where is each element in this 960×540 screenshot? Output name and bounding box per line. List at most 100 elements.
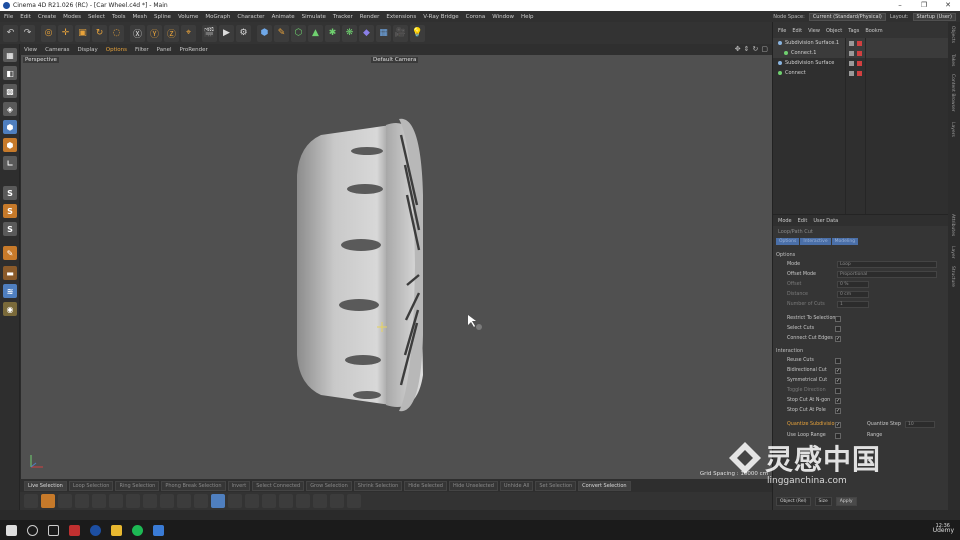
tool-slot-icon[interactable]: [245, 494, 259, 508]
render-view-icon[interactable]: 🎬: [202, 24, 217, 42]
vp-menu-panel[interactable]: Panel: [157, 47, 172, 53]
tool-slot-icon[interactable]: [177, 494, 191, 508]
object-name[interactable]: Subdivision Surface: [785, 60, 834, 66]
number-of-cuts-field[interactable]: 1: [837, 301, 869, 308]
recent-tools-icon[interactable]: ◌: [109, 24, 124, 42]
hide-selected-button[interactable]: Hide Selected: [404, 480, 447, 491]
menu-mograph[interactable]: MoGraph: [205, 14, 230, 20]
connect-cut-edges-checkbox[interactable]: ✓: [835, 336, 841, 342]
vp-menu-filter[interactable]: Filter: [135, 47, 149, 53]
tab-layer[interactable]: Layer: [950, 246, 955, 259]
field-icon[interactable]: ◆: [359, 24, 374, 42]
file-explorer-icon[interactable]: [111, 524, 122, 536]
om-menu-object[interactable]: Object: [826, 28, 842, 34]
reuse-cuts-checkbox[interactable]: [835, 358, 841, 364]
am-menu-mode[interactable]: Mode: [778, 218, 792, 224]
tool-slot-icon[interactable]: [24, 494, 38, 508]
tab-objects[interactable]: Objects: [950, 26, 955, 43]
move-icon[interactable]: ✛: [58, 24, 73, 42]
tool-slot-icon[interactable]: [296, 494, 310, 508]
tool-slot-icon[interactable]: [313, 494, 327, 508]
3d-viewport[interactable]: Perspective Default Camera Grid Spacing …: [21, 55, 772, 479]
menu-mesh[interactable]: Mesh: [133, 14, 147, 20]
om-menu-bookmarks[interactable]: Bookm: [865, 28, 882, 34]
am-menu-user-data[interactable]: User Data: [813, 218, 838, 224]
tool-slot-icon[interactable]: [160, 494, 174, 508]
loop-cut-tool-icon[interactable]: [211, 494, 225, 508]
brush-icon[interactable]: [41, 494, 55, 508]
object-name[interactable]: Subdivision Surface.1: [785, 40, 839, 46]
make-editable-icon[interactable]: ▦: [3, 48, 17, 62]
mode-select[interactable]: Loop: [837, 261, 937, 268]
tab-structure[interactable]: Structure: [950, 266, 955, 287]
car-wheel-model[interactable]: [21, 55, 772, 479]
size-mode-select[interactable]: Size: [814, 497, 832, 506]
shrink-selection-button[interactable]: Shrink Selection: [353, 480, 403, 491]
orbit-icon[interactable]: ↻: [753, 45, 759, 53]
tab-takes[interactable]: Takes: [950, 54, 955, 66]
visibility-toggle-icon[interactable]: [849, 40, 854, 46]
magnet-icon[interactable]: ◉: [3, 302, 17, 316]
zoom-icon[interactable]: ⇕: [744, 45, 750, 53]
cloner-icon[interactable]: ✱: [325, 24, 340, 42]
pen-icon[interactable]: ✎: [274, 24, 289, 42]
tool-slot-icon[interactable]: [228, 494, 242, 508]
tab-options[interactable]: Options: [776, 238, 800, 245]
bidirectional-cut-checkbox[interactable]: ✓: [835, 368, 841, 374]
hide-unselected-button[interactable]: Hide Unselected: [448, 480, 498, 491]
column-divider[interactable]: [865, 38, 866, 228]
object-row[interactable]: Connect: [773, 68, 949, 78]
tool-slot-icon[interactable]: [262, 494, 276, 508]
tool-slot-icon[interactable]: [92, 494, 106, 508]
ring-selection-button[interactable]: Ring Selection: [115, 480, 160, 491]
app-blue-icon[interactable]: [153, 524, 164, 536]
polygons-mode-icon[interactable]: ∟: [3, 156, 17, 170]
camera-icon[interactable]: 🎥: [393, 24, 408, 42]
menu-select[interactable]: Select: [88, 14, 105, 20]
quantize-subdivision-checkbox[interactable]: ✓: [835, 422, 841, 428]
loop-selection-button[interactable]: Loop Selection: [68, 480, 114, 491]
maximize-button[interactable]: ❐: [912, 0, 936, 11]
grid-icon[interactable]: ≋: [3, 284, 17, 298]
visibility-toggle-icon[interactable]: [849, 60, 854, 66]
y-axis-icon[interactable]: Ⓨ: [147, 24, 162, 42]
convert-selection-button[interactable]: Convert Selection: [578, 480, 631, 491]
am-menu-edit[interactable]: Edit: [798, 218, 808, 224]
stop-cut-at-pole-checkbox[interactable]: ✓: [835, 408, 841, 414]
offset-field[interactable]: 0 %: [837, 281, 869, 288]
layout-select[interactable]: Startup (User): [912, 12, 956, 21]
subdivision-icon[interactable]: ⬡: [291, 24, 306, 42]
vp-menu-options[interactable]: Options: [106, 47, 127, 53]
spotify-icon[interactable]: [132, 524, 143, 536]
toggle-view-icon[interactable]: ▢: [761, 45, 768, 53]
tool-slot-icon[interactable]: [143, 494, 157, 508]
object-row[interactable]: Connect.1: [773, 48, 949, 58]
tab-layers[interactable]: Layers: [950, 122, 955, 137]
menu-simulate[interactable]: Simulate: [302, 14, 326, 20]
menu-create[interactable]: Create: [38, 14, 56, 20]
search-icon[interactable]: [27, 524, 38, 536]
vp-menu-cameras[interactable]: Cameras: [45, 47, 69, 53]
tool-slot-icon[interactable]: [279, 494, 293, 508]
edges-mode-icon[interactable]: ⬢: [3, 138, 17, 152]
tool-slot-icon[interactable]: [347, 494, 361, 508]
close-button[interactable]: ✕: [936, 0, 960, 11]
minimize-button[interactable]: –: [888, 0, 912, 11]
tool-slot-icon[interactable]: [126, 494, 140, 508]
live-select-icon[interactable]: ◎: [41, 24, 56, 42]
redo-icon[interactable]: ↷: [20, 24, 35, 42]
om-menu-view[interactable]: View: [808, 28, 820, 34]
object-name[interactable]: Connect: [785, 70, 806, 76]
snap-icon[interactable]: S: [3, 204, 17, 218]
undo-icon[interactable]: ↶: [3, 24, 18, 42]
enable-axis-icon[interactable]: S: [3, 186, 17, 200]
distance-field[interactable]: 0 cm: [837, 291, 869, 298]
enabled-toggle-icon[interactable]: [857, 50, 862, 56]
enabled-toggle-icon[interactable]: [857, 70, 862, 76]
node-space-select[interactable]: Current (Standard/Physical): [808, 12, 886, 21]
menu-render[interactable]: Render: [360, 14, 380, 20]
task-view-icon[interactable]: [48, 524, 59, 536]
texture-mode-icon[interactable]: ▩: [3, 84, 17, 98]
toggle-direction-checkbox[interactable]: [835, 388, 841, 394]
menu-window[interactable]: Window: [492, 14, 514, 20]
